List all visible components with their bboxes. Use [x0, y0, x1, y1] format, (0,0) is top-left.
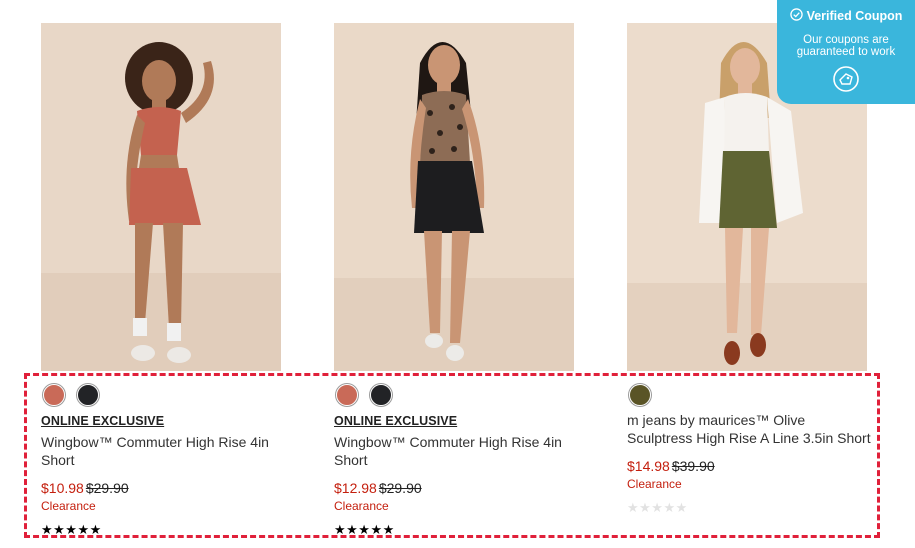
- price: $10.98 $29.90: [41, 480, 301, 496]
- product-image[interactable]: [334, 23, 574, 371]
- product-title[interactable]: Wingbow™ Commuter High Rise 4in Short: [334, 433, 594, 469]
- color-swatch[interactable]: [43, 384, 65, 406]
- online-exclusive-badge: ONLINE EXCLUSIVE: [334, 414, 458, 428]
- coupon-title: Verified Coupon: [806, 9, 903, 23]
- rating-stars[interactable]: ★★★★★: [627, 501, 872, 515]
- sale-price: $12.98: [334, 480, 377, 496]
- model-photo: [41, 23, 281, 371]
- color-swatches: [334, 382, 594, 407]
- color-swatches: [627, 382, 872, 407]
- check-circle-icon: [789, 8, 803, 24]
- coupon-subtitle: Our coupons are guaranteed to work: [796, 34, 896, 58]
- coupon-badge-icon[interactable]: [833, 66, 859, 92]
- rating-stars[interactable]: ★★★★★: [41, 523, 301, 537]
- rating-stars[interactable]: ★★★★★: [334, 523, 594, 537]
- clearance-label: Clearance: [334, 499, 389, 513]
- clearance-label: Clearance: [627, 477, 682, 491]
- product-card: ONLINE EXCLUSIVE Wingbow™ Commuter High …: [334, 382, 594, 537]
- color-swatch[interactable]: [336, 384, 358, 406]
- online-exclusive-badge: ONLINE EXCLUSIVE: [41, 414, 165, 428]
- color-swatch[interactable]: [629, 384, 651, 406]
- price: $14.98 $39.90: [627, 458, 872, 474]
- color-swatch[interactable]: [77, 384, 99, 406]
- product-title[interactable]: Wingbow™ Commuter High Rise 4in Short: [41, 433, 301, 469]
- product-card: m jeans by maurices™ Olive Sculptress Hi…: [627, 382, 872, 515]
- sale-price: $10.98: [41, 480, 84, 496]
- product-image[interactable]: [41, 23, 281, 371]
- verified-coupon-widget[interactable]: Verified Coupon Our coupons are guarante…: [777, 0, 915, 104]
- product-card: ONLINE EXCLUSIVE Wingbow™ Commuter High …: [41, 382, 301, 537]
- product-title[interactable]: m jeans by maurices™ Olive Sculptress Hi…: [627, 411, 872, 447]
- color-swatches: [41, 382, 301, 407]
- original-price: $29.90: [378, 480, 422, 496]
- sale-price: $14.98: [627, 458, 670, 474]
- model-photo: [334, 23, 574, 371]
- clearance-label: Clearance: [41, 499, 96, 513]
- original-price: $29.90: [85, 480, 129, 496]
- color-swatch[interactable]: [370, 384, 392, 406]
- price: $12.98 $29.90: [334, 480, 594, 496]
- original-price: $39.90: [671, 458, 715, 474]
